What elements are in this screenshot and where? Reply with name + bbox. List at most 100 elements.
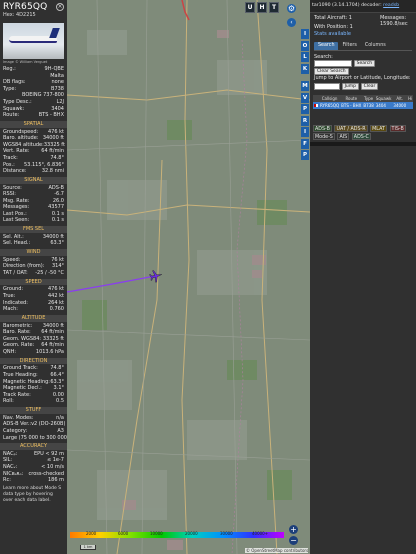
zoom-in-button[interactable]: + <box>289 525 298 534</box>
map-toggle-button[interactable]: I <box>301 29 309 39</box>
col-alt[interactable]: Alt. <box>392 94 408 102</box>
detail-value: 476 kt <box>48 286 64 293</box>
detail-value: 1013.6 hPa <box>35 348 64 355</box>
learn-more-note: Learn more about Mode S data type by hov… <box>3 485 62 503</box>
detail-value: 476 kt <box>48 128 64 135</box>
detail-row: Type: B738 <box>0 86 67 93</box>
decoder-label: decoder: <box>361 3 382 8</box>
map-toggle-button[interactable]: R <box>301 115 309 126</box>
toggle-u-button[interactable]: U <box>245 2 255 13</box>
col-route[interactable]: Route <box>340 94 363 102</box>
tab-filters[interactable]: Filters <box>338 42 360 50</box>
map-toggle-button[interactable]: K <box>301 63 309 74</box>
toggle-h-button[interactable]: H <box>257 2 267 13</box>
tab-columns[interactable]: Columns <box>361 42 390 50</box>
stats-available-link[interactable]: Stats available <box>314 31 353 37</box>
detail-value: 442 kt <box>48 293 64 300</box>
map-graphic <box>67 0 310 554</box>
hi-cell <box>407 101 414 109</box>
map-toggle-button[interactable]: O <box>301 40 309 51</box>
table-row[interactable]: RYR65QQ BTS - BHX B738 3404 34000 <box>313 101 414 109</box>
detail-value: 34000 ft <box>42 322 64 329</box>
alt-cell: 34000 <box>392 101 408 109</box>
detail-value: 0.1 s <box>51 217 64 224</box>
detail-value: 264 kt <box>48 299 64 306</box>
clear-button[interactable]: Clear <box>360 82 379 90</box>
squawk-cell: 3404 <box>374 101 393 109</box>
chevron-left-icon[interactable]: ‹ <box>287 18 296 27</box>
jump-label: Jump to Airport or Latitude, Longitude: <box>314 75 411 82</box>
detail-label: Baro. Rate: <box>3 329 31 336</box>
detail-value: 0.760 <box>49 306 64 313</box>
map-toggle-button[interactable]: I <box>301 127 309 137</box>
map-toggle-button[interactable]: F <box>301 138 309 149</box>
detail-label: RSSI: <box>3 191 16 198</box>
section-title: SPATIAL <box>0 120 67 128</box>
detail-row: Reg.: 9H-QBE <box>0 66 67 73</box>
detail-row: Last Seen: 0.1 s <box>0 217 67 224</box>
detail-value: 26.0 <box>52 197 64 204</box>
legend-label: 6000 <box>118 531 129 536</box>
detail-row: WGS84 altitude: 33325 ft <box>0 142 67 149</box>
clear-search-button[interactable]: Clear Search <box>314 68 349 76</box>
table-header-row: Callsign Route Type Squawk Alt. Hi <box>313 94 414 102</box>
detail-value: 3404 <box>51 105 64 112</box>
detail-label: Direction (from): <box>3 263 45 270</box>
detail-label: Track: <box>3 154 18 161</box>
map-attribution[interactable]: © OpenStreetMap contributors <box>245 548 308 553</box>
zoom-out-button[interactable]: − <box>289 536 298 545</box>
detail-label: Barometric: <box>3 322 33 329</box>
search-input[interactable] <box>314 60 352 68</box>
tab-search[interactable]: Search <box>314 42 339 51</box>
col-hi[interactable]: Hi <box>407 94 414 102</box>
detail-value: 74.8° <box>50 365 64 372</box>
search-section: Search: Search Clear Search Jump to Airp… <box>310 51 416 93</box>
detail-row: Msg. Rate: 26.0 <box>0 198 67 205</box>
panel-tabs: Search Filters Columns <box>314 42 412 52</box>
map-toggle-button[interactable]: L <box>301 52 309 62</box>
detail-value: L2J <box>56 98 64 105</box>
detail-value[interactable]: 9H-QBE <box>45 66 64 73</box>
detail-label: Sel. Alt.: <box>3 233 24 240</box>
detail-label: Geom. WGS84: <box>3 335 42 342</box>
map-toggle-button[interactable]: P <box>301 104 309 114</box>
gear-icon[interactable]: ⚙ <box>287 4 296 13</box>
detail-label: Indicated: <box>3 299 28 306</box>
detail-row: Baro. altitude: 34000 ft <box>0 135 67 142</box>
jump-input[interactable] <box>314 82 340 90</box>
detail-value: 34000 ft <box>42 135 64 142</box>
detail-row: Barometric: 34000 ft <box>0 323 67 330</box>
photo-credit: Image © William Verguet <box>3 60 48 64</box>
detail-label: Last Pos.: <box>3 210 27 217</box>
section-title: SPEED <box>0 278 67 286</box>
detail-value: Malta <box>50 72 64 79</box>
detail-label: Roll: <box>3 398 14 405</box>
toggle-t-button[interactable]: T <box>269 2 279 13</box>
info-header: RYR65QQ Hex: 4D2215 × <box>0 0 67 22</box>
map-toggle-button[interactable]: M <box>301 81 309 91</box>
hex-code: Hex: 4D2215 <box>3 12 36 18</box>
map-toggle-button[interactable]: P <box>301 150 309 160</box>
section-title: FMS SEL <box>0 226 67 233</box>
chip-tisb: TIS-B <box>389 125 406 132</box>
map-canvas[interactable] <box>67 0 310 554</box>
decoder-link[interactable]: readsb <box>383 3 399 8</box>
col-squawk[interactable]: Squawk <box>374 94 393 102</box>
map-toggle-button[interactable]: V <box>301 92 309 103</box>
detail-row: Type Desc.: L2J <box>0 99 67 106</box>
detail-label: Nav. Modes: <box>3 414 34 421</box>
detail-value: 43577 <box>48 204 64 211</box>
detail-row: Malta <box>0 73 67 80</box>
col-callsign[interactable]: Callsign <box>319 94 341 102</box>
detail-value: -25 / -50 °C <box>35 270 64 277</box>
aircraft-photo[interactable] <box>3 23 64 59</box>
jump-button[interactable]: Jump <box>341 82 360 90</box>
detail-row: True Heading: 66.4° <box>0 372 67 379</box>
col-type[interactable]: Type <box>362 94 375 102</box>
callsign: RYR65QQ <box>3 2 48 12</box>
search-button[interactable]: Search <box>353 60 376 68</box>
detail-row: QNH: 1013.6 hPa <box>0 349 67 356</box>
callsign-cell: RYR65QQ <box>319 101 341 109</box>
close-icon[interactable]: × <box>56 3 64 11</box>
detail-label: NACₚ: <box>3 450 18 457</box>
